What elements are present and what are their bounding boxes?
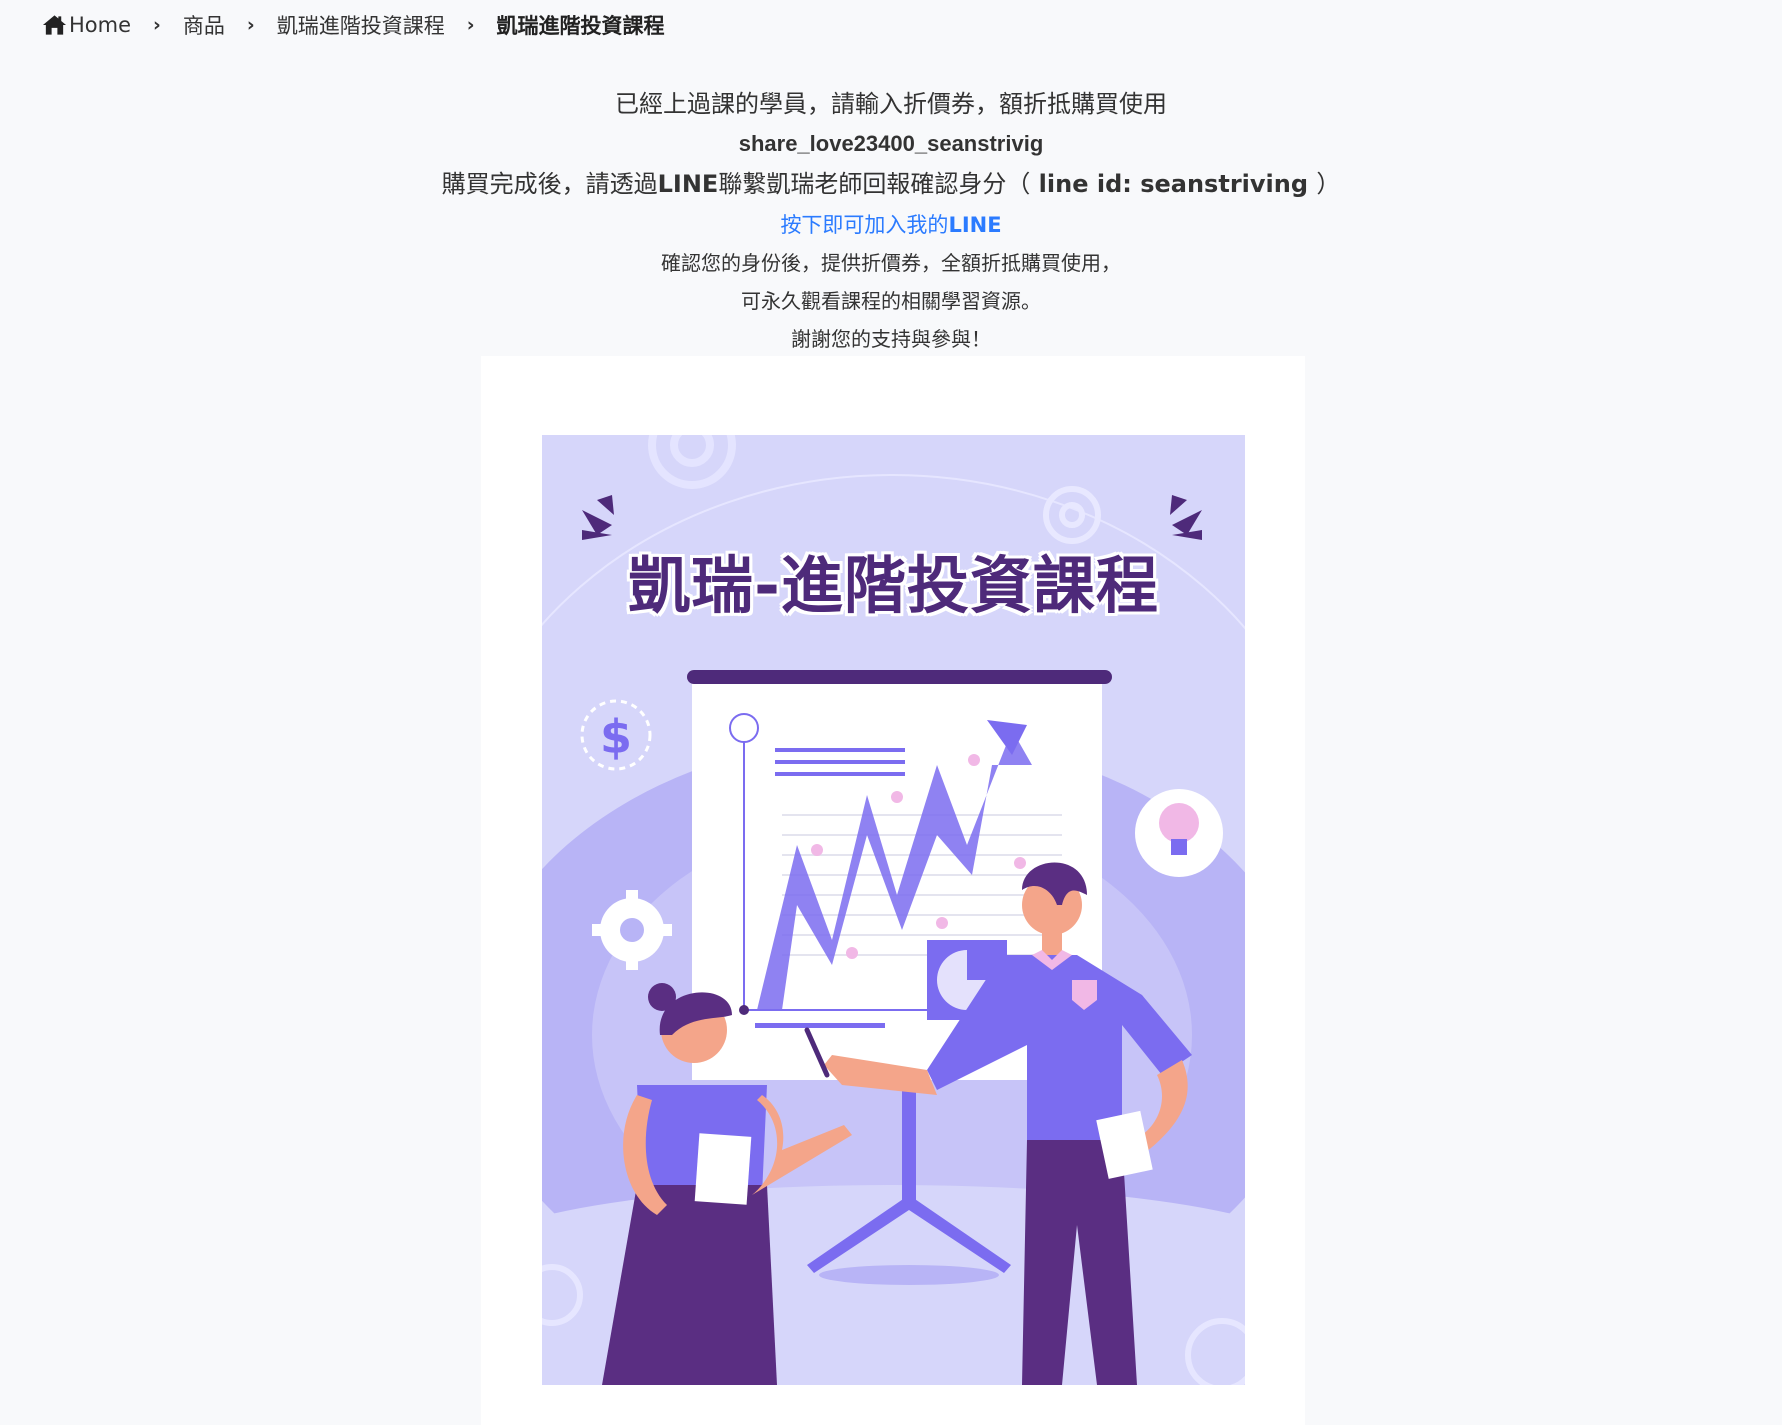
contact-middle: 聯繫凱瑞老師回報確認身分（ (718, 170, 1031, 198)
notice-line-access: 可永久觀看課程的相關學習資源。 (741, 289, 1041, 313)
breadcrumb-current: 凱瑞進階投資課程 (496, 14, 665, 38)
contact-prefix: 購買完成後，請透過 (441, 170, 658, 198)
purchase-notice: 已經上過課的學員，請輸入折價券，額折抵購買使用 share_love23400_… (0, 82, 1782, 358)
join-line-link-prefix: 按下即可加入我的 (780, 213, 949, 237)
notice-line-thanks: 謝謝您的支持與參與！ (791, 327, 991, 351)
lightbulb-icon (1135, 789, 1223, 877)
contact-suffix: ） (1316, 170, 1341, 198)
breadcrumb-home-link[interactable]: Home (42, 13, 131, 37)
chevron-right-icon: › (153, 14, 161, 36)
join-line-link[interactable]: 按下即可加入我的LINE (780, 213, 1001, 237)
notice-line-confirm: 確認您的身份後，提供折價券，全額折抵購買使用， (661, 251, 1121, 275)
product-image-card: $ 凱瑞-進階投資課程 (481, 356, 1305, 1425)
notice-line-link: 按下即可加入我的LINE (0, 206, 1782, 244)
chevron-right-icon: › (246, 14, 255, 36)
notice-line-coupon: 已經上過課的學員，請輸入折價券，額折抵購買使用 (615, 90, 1167, 118)
chevron-right-icon: › (466, 14, 475, 36)
svg-text:$: $ (600, 710, 632, 764)
breadcrumb-course-link[interactable]: 凱瑞進階投資課程 (277, 10, 445, 40)
contact-line-id: line id: seanstriving (1030, 170, 1317, 198)
join-line-link-strong: LINE (948, 213, 1002, 237)
home-icon (42, 15, 67, 35)
breadcrumb: Home › 商品 › 凱瑞進階投資課程 › 凱瑞進階投資課程 (42, 8, 665, 42)
contact-line-word: LINE (657, 170, 719, 198)
course-poster-image: $ 凱瑞-進階投資課程 (542, 435, 1245, 1385)
notice-line-contact: 購買完成後，請透過LINE聯繫凱瑞老師回報確認身分（ line id: sean… (0, 162, 1782, 206)
poster-title: 凱瑞-進階投資課程 (628, 549, 1159, 622)
breadcrumb-products-link[interactable]: 商品 (183, 10, 225, 40)
coupon-code: share_love23400_seanstrivig (738, 131, 1044, 156)
breadcrumb-home-label: Home (69, 13, 132, 37)
